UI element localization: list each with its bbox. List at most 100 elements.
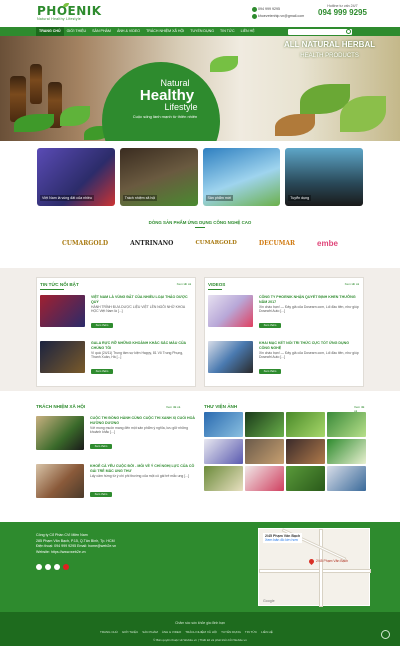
social-item-title[interactable]: CUỘC THI ĐỒNG HÀNH CÙNG CUỘC THI XANH XỊ…: [90, 416, 196, 425]
footer-nav: TRANG CHỦ GIỚI THIỆU SẢN PHẨM ẢNH & VIDE…: [100, 630, 273, 634]
videos-title: VIDEOS: [208, 282, 226, 287]
footer-link[interactable]: TRÁCH NHIỆM XÃ HỘI: [185, 630, 217, 634]
nav-about[interactable]: GIỚI THIỆU: [64, 27, 90, 36]
google-plus-icon[interactable]: [54, 564, 60, 570]
leaf-image: [14, 114, 54, 132]
footer-link[interactable]: TIN TỨC: [245, 630, 257, 634]
google-map[interactable]: 2/45 Phạm Văn Bạch Xem bản đồ lớn hơn 2/…: [258, 528, 371, 607]
footer-link[interactable]: ẢNH & VIDEO: [162, 630, 181, 634]
nav-home[interactable]: TRANG CHỦ: [36, 27, 64, 36]
videos-more-link[interactable]: Xem tất cả: [345, 282, 359, 286]
footer-link[interactable]: TRANG CHỦ: [100, 630, 118, 634]
tile-label: Việt Nam là vùng đất của nhiều: [40, 195, 94, 201]
news-thumb[interactable]: [40, 341, 85, 373]
gallery-photo[interactable]: [327, 412, 366, 437]
herbal-heading: ALL NATURAL HERBAL HEALTH PRODUCTS: [284, 40, 375, 61]
company-website[interactable]: Website: https://www.web2e.vn: [36, 550, 116, 556]
map-link[interactable]: Xem bản đồ lớn hơn: [265, 538, 298, 542]
facebook-icon[interactable]: [36, 564, 42, 570]
back-to-top-icon[interactable]: [381, 630, 390, 639]
video-item-title[interactable]: KHAI MẠC KẾT NỐI TRI THỨC CỰC TỐT ỨNG DỤ…: [259, 341, 359, 350]
videos-box: VIDEOS Xem tất cả CÔNG TY PHOENIK NHẬN Q…: [204, 277, 364, 387]
divider: [195, 227, 205, 228]
tile-news[interactable]: Việt Nam là vùng đất của nhiều: [37, 148, 115, 206]
read-more-button[interactable]: Xem thêm: [91, 323, 113, 328]
nav-news[interactable]: TIN TỨC: [217, 27, 238, 36]
nav-media[interactable]: ẢNH & VIDEO: [114, 27, 143, 36]
nav-products[interactable]: SẢN PHẨM: [89, 27, 114, 36]
brand-cumargold[interactable]: CUMARGOLD: [62, 240, 108, 247]
read-more-button[interactable]: Xem thêm: [259, 323, 281, 328]
hotline-number[interactable]: 094 999 9295: [318, 8, 367, 18]
youtube-icon[interactable]: [63, 564, 69, 570]
social-item-title[interactable]: KHOẺ CÀ YÊU CUỘC ĐỜI - MỖI VỀ Ý CHÍ NGHỊ…: [90, 464, 196, 473]
social-item-desc: Với mong muốn mang đến một sản phẩm ý ng…: [90, 426, 188, 435]
tile-careers[interactable]: Tuyển dụng: [285, 148, 363, 206]
brand-antrinano[interactable]: ANTRINANO: [130, 240, 173, 247]
phone-icon: [252, 6, 257, 12]
gallery-photo[interactable]: [286, 412, 325, 437]
social-item[interactable]: CUỘC THI ĐỒNG HÀNH CÙNG CUỘC THI XANH XỊ…: [36, 416, 196, 456]
nav-social[interactable]: TRÁCH NHIỆM XÃ HỘI: [143, 27, 187, 36]
footer-link[interactable]: LIÊN HỆ: [261, 630, 273, 634]
main-nav: TRANG CHỦ GIỚI THIỆU SẢN PHẨM ẢNH & VIDE…: [0, 27, 400, 36]
video-item-title[interactable]: CÔNG TY PHOENIK NHẬN QUYẾT ĐỊNH KHEN THƯ…: [259, 295, 359, 304]
news-item-title[interactable]: VIỆT NAM LÀ VÙNG ĐẤT CỦA NHIỀU LOẠI THẢO…: [91, 295, 191, 304]
gallery-photo[interactable]: [204, 466, 243, 491]
nav-contact[interactable]: LIÊN HỆ: [238, 27, 258, 36]
video-item[interactable]: CÔNG TY PHOENIK NHẬN QUYẾT ĐỊNH KHEN THƯ…: [208, 295, 362, 335]
gallery-photo[interactable]: [245, 412, 284, 437]
gallery-photo[interactable]: [286, 466, 325, 491]
read-more-button[interactable]: Xem thêm: [90, 444, 112, 449]
copyright: © Bản quyền thuộc về Web2e.vn | Thiết kế…: [153, 638, 247, 642]
footer-link[interactable]: SẢN PHẨM: [142, 630, 158, 634]
search-input[interactable]: [288, 28, 352, 35]
gallery-photo[interactable]: [204, 439, 243, 464]
brand-cumargold-2[interactable]: CUMARGOLD: [195, 240, 236, 246]
feature-tiles: Việt Nam là vùng đất của nhiều Trách nhi…: [37, 148, 363, 206]
social-thumb[interactable]: [36, 464, 84, 498]
logo[interactable]: PHOENIK Natural Healthy Lifestyle: [37, 3, 102, 21]
read-more-button[interactable]: Xem thêm: [90, 492, 112, 497]
news-item[interactable]: GALA RỰC RỠ NHỮNG KHOẢNH KHẮC SẮC MÀU CỦ…: [40, 341, 194, 381]
video-item[interactable]: KHAI MẠC KẾT NỐI TRI THỨC CỰC TỐT ỨNG DỤ…: [208, 341, 362, 381]
news-thumb[interactable]: [40, 295, 85, 327]
leaf-image: [210, 56, 238, 72]
footer-link[interactable]: GIỚI THIỆU: [122, 630, 138, 634]
footer-link[interactable]: TUYỂN DỤNG: [221, 630, 241, 634]
social-thumb[interactable]: [36, 416, 84, 450]
search-icon[interactable]: [346, 29, 351, 34]
brand-embe[interactable]: embe: [317, 239, 338, 248]
twitter-icon[interactable]: [45, 564, 51, 570]
map-pin-icon[interactable]: [307, 557, 316, 566]
video-thumb[interactable]: [208, 341, 253, 373]
news-section: TIN TỨC NỔI BẬT Xem tất cả VIỆT NAM LÀ V…: [0, 268, 400, 391]
gallery-photo[interactable]: [327, 466, 366, 491]
leaf-image: [60, 106, 90, 126]
read-more-button[interactable]: Xem thêm: [259, 369, 281, 374]
header-email[interactable]: khoevetenhip.vn@gmail.com: [258, 14, 304, 18]
hero-circle: Natural Healthy Lifestyle Cuộc sống lành…: [102, 62, 220, 141]
gallery-photo[interactable]: [245, 466, 284, 491]
gallery-photo[interactable]: [327, 439, 366, 464]
footer-tagline: Chăm sóc sức khỏe gia đình bạn: [175, 621, 225, 625]
news-more-link[interactable]: Xem tất cả: [177, 282, 191, 286]
header-phone[interactable]: 094 999 9295: [258, 7, 280, 11]
tile-products[interactable]: Sản phẩm mới: [202, 148, 281, 206]
gallery-photo[interactable]: [204, 412, 243, 437]
social-more-link[interactable]: Xem tất cả: [166, 405, 180, 409]
news-item[interactable]: VIỆT NAM LÀ VÙNG ĐẤT CỦA NHIỀU LOẠI THẢO…: [40, 295, 194, 335]
read-more-button[interactable]: Xem thêm: [91, 369, 113, 374]
brand-decumar[interactable]: DECUMAR: [259, 240, 295, 247]
tile-social[interactable]: Trách nhiệm xã hội: [119, 148, 198, 206]
hero-title-3: Lifestyle: [164, 102, 198, 112]
video-thumb[interactable]: [208, 295, 253, 327]
hero-banner[interactable]: Natural Healthy Lifestyle Cuộc sống lành…: [0, 36, 400, 141]
nav-careers[interactable]: TUYỂN DỤNG: [187, 27, 217, 36]
gallery-photo[interactable]: [286, 439, 325, 464]
social-item-desc: Lấy cảm hứng từ ý chí phi thường của một…: [90, 474, 189, 478]
social-item[interactable]: KHOẺ CÀ YÊU CUỘC ĐỜI - MỖI VỀ Ý CHÍ NGHỊ…: [36, 464, 196, 504]
bottom-bar: Chăm sóc sức khỏe gia đình bạn TRANG CHỦ…: [0, 612, 400, 646]
news-item-title[interactable]: GALA RỰC RỠ NHỮNG KHOẢNH KHẮC SẮC MÀU CỦ…: [91, 341, 191, 350]
gallery-photo[interactable]: [245, 439, 284, 464]
